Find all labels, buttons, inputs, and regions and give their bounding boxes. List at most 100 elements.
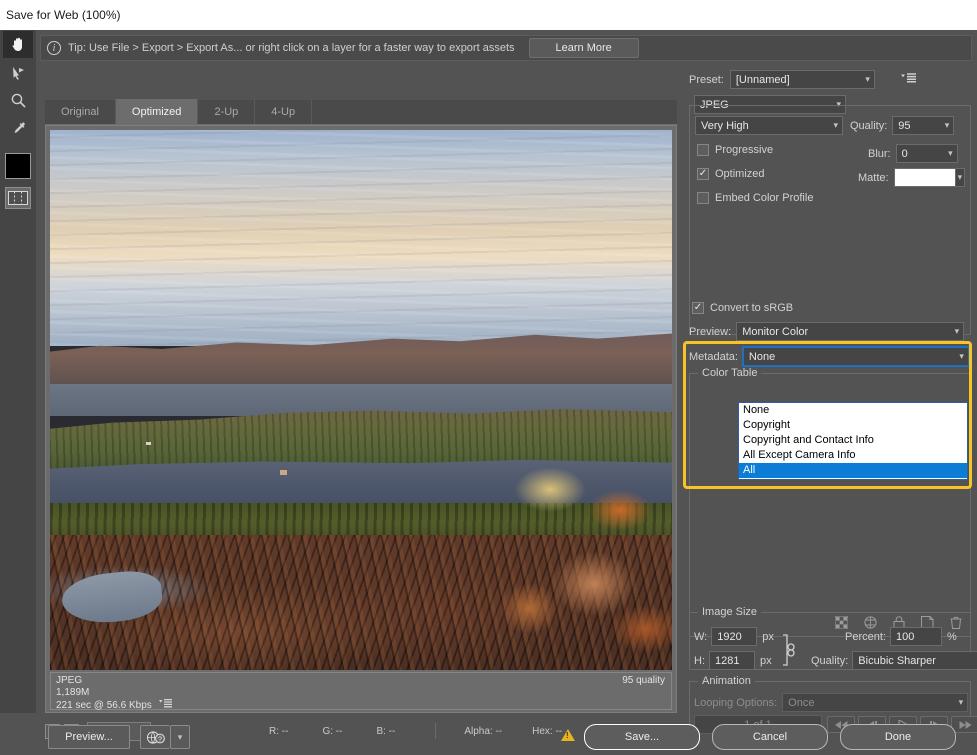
height-value: 1281 bbox=[715, 654, 740, 667]
metadata-option-copyright[interactable]: Copyright bbox=[739, 418, 967, 433]
preset-value: [Unnamed] bbox=[735, 73, 790, 86]
resample-quality-label: Quality: bbox=[811, 654, 849, 667]
svg-text:?: ? bbox=[158, 736, 162, 743]
metadata-option-all[interactable]: All bbox=[739, 463, 967, 478]
preset-select[interactable]: [Unnamed] ▾ bbox=[729, 70, 875, 89]
chevron-down-icon: ▾ bbox=[948, 148, 953, 158]
width-unit: px bbox=[762, 630, 774, 643]
percent-input[interactable]: 100 bbox=[889, 627, 942, 646]
metadata-option-all-except-camera[interactable]: All Except Camera Info bbox=[739, 448, 967, 463]
embed-color-profile-label: Embed Color Profile bbox=[715, 192, 814, 204]
metadata-value: None bbox=[748, 350, 776, 363]
resample-quality-select[interactable]: Bicubic Sharper ▾ bbox=[852, 651, 977, 670]
metadata-option-copyright-contact[interactable]: Copyright and Contact Info bbox=[739, 433, 967, 448]
quality-value: 95 bbox=[898, 119, 911, 132]
panel-flyout-menu[interactable] bbox=[900, 72, 916, 87]
chevron-down-icon: ▾ bbox=[177, 731, 183, 742]
info-icon: i bbox=[47, 41, 61, 55]
format-options-box: Very High ▾ Quality: 95 ▾ Progressive Bl… bbox=[689, 105, 971, 335]
height-unit: px bbox=[760, 654, 772, 667]
chevron-down-icon[interactable]: ▾ bbox=[955, 168, 966, 187]
looping-options-select: Once ▾ bbox=[782, 693, 969, 712]
chevron-down-icon: ▾ bbox=[958, 697, 964, 707]
width-input[interactable]: 1920 bbox=[711, 627, 758, 646]
photo-house-left bbox=[146, 442, 152, 446]
optimized-checkbox[interactable]: ✓ bbox=[697, 168, 709, 180]
info-filesize: 1,189M bbox=[56, 687, 90, 698]
save-for-web-dialog: Save for Web (100%) i Tip: Use File > Ex… bbox=[0, 0, 977, 755]
height-label: H: bbox=[694, 654, 705, 667]
quality-label: Quality: bbox=[850, 119, 888, 132]
progressive-checkbox[interactable] bbox=[697, 144, 709, 156]
cancel-button[interactable]: Cancel bbox=[712, 724, 828, 750]
preview-browser-icon[interactable]: ? bbox=[140, 725, 170, 749]
hand-tool[interactable] bbox=[3, 31, 33, 58]
preview-label: Preview: bbox=[689, 325, 732, 338]
matte-color-swatch bbox=[894, 169, 955, 186]
chevron-down-icon: ▾ bbox=[865, 74, 870, 84]
slice-select-tool[interactable] bbox=[3, 59, 33, 86]
preview-color-value: Monitor Color bbox=[742, 325, 809, 338]
window-titlebar: Save for Web (100%) bbox=[0, 0, 977, 30]
chevron-down-icon: ▾ bbox=[944, 120, 950, 130]
optimized-image-canvas[interactable] bbox=[50, 130, 672, 670]
info-flyout-menu-icon[interactable] bbox=[158, 698, 172, 712]
embed-color-profile-checkbox[interactable] bbox=[697, 192, 709, 204]
tab-2up[interactable]: 2-Up bbox=[198, 99, 256, 124]
save-button[interactable]: Save... bbox=[584, 724, 700, 750]
percent-label: Percent: bbox=[845, 630, 886, 643]
resample-quality-value: Bicubic Sharper bbox=[858, 654, 936, 667]
photo-boulders bbox=[497, 464, 672, 670]
optimized-label: Optimized bbox=[715, 168, 765, 180]
preview-browser-select[interactable]: ▾ bbox=[170, 725, 190, 749]
info-quality: 95 quality bbox=[622, 675, 665, 686]
image-size-title: Image Size bbox=[698, 606, 762, 618]
color-table-title: Color Table bbox=[698, 367, 762, 379]
zoom-tool[interactable] bbox=[3, 87, 33, 114]
quality-preset-select[interactable]: Very High ▾ bbox=[695, 116, 843, 135]
dialog-body: i Tip: Use File > Export > Export As... … bbox=[0, 30, 977, 755]
optimization-info[interactable]: JPEG 1,189M 221 sec @ 56.6 Kbps 95 quali… bbox=[50, 672, 672, 712]
matte-color-select[interactable] bbox=[893, 168, 956, 187]
learn-more-button[interactable]: Learn More bbox=[528, 38, 639, 58]
metadata-select[interactable]: None ▾ bbox=[741, 346, 970, 367]
done-button[interactable]: Done bbox=[840, 724, 956, 750]
photo-house-center bbox=[280, 470, 288, 476]
preset-label: Preset: bbox=[689, 73, 724, 86]
dialog-footer: Preview... ? ▾ Save... Cancel Done bbox=[0, 718, 977, 755]
image-preview-pane[interactable]: JPEG 1,189M 221 sec @ 56.6 Kbps 95 quali… bbox=[45, 125, 677, 713]
window-title: Save for Web (100%) bbox=[6, 8, 121, 22]
quality-value-field[interactable]: 95 ▾ bbox=[892, 116, 955, 135]
preview-button[interactable]: Preview... bbox=[48, 725, 130, 749]
info-format: JPEG bbox=[56, 675, 83, 686]
preview-color-select[interactable]: Monitor Color ▾ bbox=[736, 322, 965, 341]
metadata-dropdown-list[interactable]: None Copyright Copyright and Contact Inf… bbox=[738, 402, 968, 480]
blur-value: 0 bbox=[901, 147, 908, 160]
looping-options-value: Once bbox=[788, 696, 815, 709]
convert-srgb-checkbox[interactable]: ✓ bbox=[692, 302, 704, 314]
metadata-option-none[interactable]: None bbox=[739, 403, 967, 418]
eyedropper-tool[interactable] bbox=[3, 115, 33, 142]
info-download-time: 221 sec @ 56.6 Kbps bbox=[56, 699, 152, 711]
height-input[interactable]: 1281 bbox=[709, 651, 755, 670]
foreground-color-swatch[interactable] bbox=[5, 153, 31, 179]
chevron-down-icon: ▾ bbox=[833, 120, 838, 130]
tab-4up[interactable]: 4-Up bbox=[255, 99, 313, 124]
looping-options-label: Looping Options: bbox=[694, 696, 778, 709]
tip-text: Tip: Use File > Export > Export As... or… bbox=[68, 42, 515, 54]
chevron-down-icon: ▾ bbox=[959, 351, 964, 361]
animation-title: Animation bbox=[698, 675, 755, 687]
toggle-slices-visibility[interactable] bbox=[5, 187, 31, 209]
tools-palette bbox=[0, 30, 36, 713]
image-size-group: Image Size W: 1920 px H: 1281 px Percent… bbox=[689, 606, 977, 670]
blur-value-field[interactable]: 0 ▾ bbox=[895, 144, 958, 163]
convert-srgb-label: Convert to sRGB bbox=[710, 302, 794, 314]
constrain-proportions-link[interactable] bbox=[778, 633, 796, 670]
warning-icon[interactable] bbox=[561, 729, 575, 741]
matte-label: Matte: bbox=[858, 171, 889, 184]
width-value: 1920 bbox=[717, 630, 742, 643]
tab-original[interactable]: Original bbox=[45, 99, 116, 124]
tab-optimized[interactable]: Optimized bbox=[115, 99, 199, 124]
tools-divider bbox=[0, 142, 36, 149]
settings-panel: Preset: [Unnamed] ▾ JPEG ▾ Very High ▾ Q… bbox=[683, 68, 977, 734]
